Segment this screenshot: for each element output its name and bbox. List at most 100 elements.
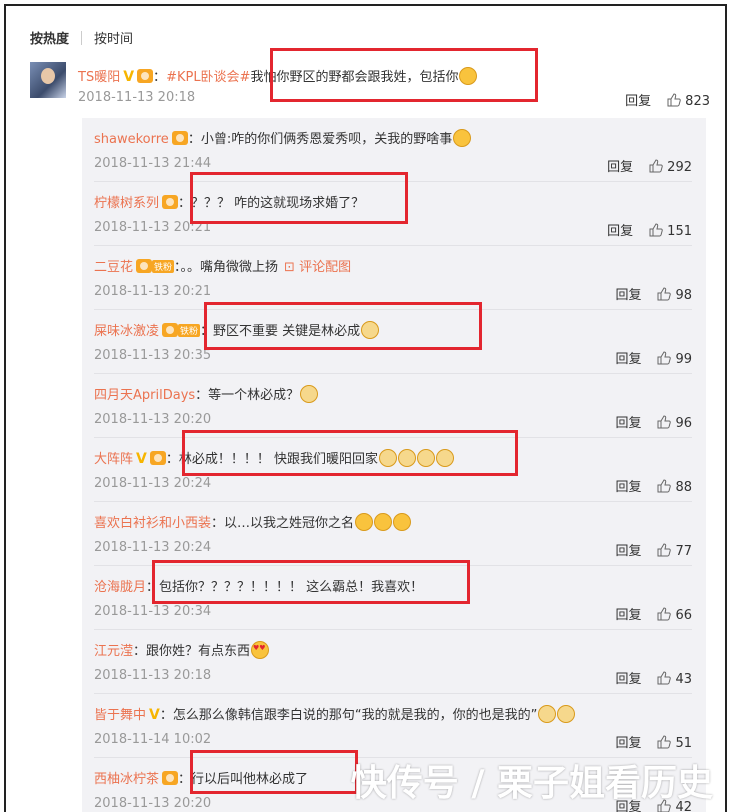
reply-button[interactable]: 回复 [615,544,641,559]
comment-actions: 回复 823 [625,90,710,109]
fan-badge-icon [149,451,166,465]
username-link[interactable]: 四月天AprilDays [94,388,195,403]
fan-badge-icon [136,259,153,273]
username-link[interactable]: shawekorre [94,132,169,147]
thumbs-up-icon [657,607,672,621]
comment-text: 我怕你野区的野都会跟我姓，包括你 [250,70,459,85]
reply-text: ：林必成！！！！ 快跟我们暖阳回家 [165,452,378,467]
reply-date: 2018-11-13 20:24 [94,476,212,491]
cat-emoji-icon [379,449,397,467]
reply-text: ：行以后叫他林必成了 [178,772,309,787]
like-count: 51 [675,736,692,751]
like-button[interactable]: 66 [657,607,692,623]
thumbs-up-icon [649,159,663,173]
like-count: 88 [675,480,692,495]
like-button[interactable]: 151 [649,223,692,239]
topic-link[interactable]: #KPL卧谈会# [166,70,250,85]
like-count: 292 [667,160,692,175]
comment-image-link[interactable]: ⊡ 评论配图 [284,260,351,275]
like-button[interactable]: 98 [657,287,692,303]
list-item: 江元滢：跟你姓？有点东西 2018-11-13 20:18 回复 43 [82,630,706,694]
dog-emoji-icon [538,705,557,723]
comment-date: 2018-11-13 20:18 [78,90,196,105]
like-button[interactable]: 88 [657,479,692,495]
reply-date: 2018-11-14 10:02 [94,732,212,747]
divider [81,31,83,45]
like-count: 66 [675,608,692,623]
like-count: 43 [675,672,692,687]
reply-button[interactable]: 回复 [615,288,641,303]
username-link[interactable]: 二豆花 [94,260,133,275]
reply-button[interactable]: 回复 [625,94,651,109]
reply-text: ：以…以我之姓冠你之名 [211,516,355,531]
comment-panel: 按热度 按时间 TS暖阳 V ：#KPL卧谈会#我怕你野区的野都会跟我姓，包括你 20… [4,4,727,812]
list-item: 屎味冰激凌 铁粉 ：野区不重要 关键是林必成 2018-11-13 20:35 回复… [82,310,706,374]
reply-button[interactable]: 回复 [615,480,641,495]
top-comment: TS暖阳 V ：#KPL卧谈会#我怕你野区的野都会跟我姓，包括你 2018-11-1… [30,62,710,114]
username-link[interactable]: 柠檬树系列 [94,196,159,211]
like-count: 99 [675,352,692,367]
verified-v-icon: V [149,707,160,723]
username-link[interactable]: 西柚冰柠茶 [94,772,159,787]
pray-emoji-icon [393,513,412,531]
thumbs-up-icon [657,671,672,685]
glasses-emoji-icon [459,67,478,85]
list-item: 四月天AprilDays：等一个林必成？ 2018-11-13 20:20 回复… [82,374,706,438]
like-button[interactable]: 77 [657,543,692,559]
username-link[interactable]: 喜欢白衬衫和小西装 [94,516,211,531]
username-link[interactable]: TS暖阳 [78,70,120,85]
reply-date: 2018-11-13 20:20 [94,412,212,427]
username-link[interactable]: 大阵阵 [94,452,133,467]
reply-text: ：？？？ 咋的这就现场求婚了？ [178,196,365,211]
reply-button[interactable]: 回复 [615,352,641,367]
avatar[interactable] [30,62,66,98]
sly-emoji-icon [453,129,472,147]
username-link[interactable]: 皆于舞中 [94,708,146,723]
image-link-label: 评论配图 [299,260,352,275]
thumbs-up-icon [657,479,672,493]
like-button[interactable]: 43 [657,671,692,687]
like-button[interactable]: 96 [657,415,692,431]
image-icon: ⊡ [284,260,300,275]
like-count: 98 [675,288,692,303]
reply-text: ：怎么那么像韩信跟李白说的那句“我的就是我的，你的也是我的” [159,708,538,723]
sort-by-time-tab[interactable]: 按时间 [94,32,133,47]
cat-emoji-icon [417,449,435,467]
reply-button[interactable]: 回复 [615,416,641,431]
reply-text: ：跟你姓？有点东西 [133,644,251,659]
reply-button[interactable]: 回复 [615,736,641,751]
like-button[interactable]: 99 [657,351,692,367]
reply-text: ：小曾:咋的你们俩秀恩爱秀呗，关我的野啥事 [187,132,453,147]
like-button[interactable]: 823 [667,93,710,109]
like-button[interactable]: 51 [657,735,692,751]
like-count: 823 [685,94,710,109]
fan-badge-icon [171,131,188,145]
thumbs-up-icon [657,543,672,557]
verified-v-icon: V [136,451,147,467]
reply-button[interactable]: 回复 [615,608,641,623]
sort-by-hot-tab[interactable]: 按热度 [30,32,69,47]
reply-date: 2018-11-13 20:35 [94,348,212,363]
list-item: 大阵阵 V ：林必成！！！！ 快跟我们暖阳回家 2018-11-13 20:24 回… [82,438,706,502]
like-count: 96 [675,416,692,431]
like-count: 151 [667,224,692,239]
like-button[interactable]: 292 [649,159,692,175]
verified-v-icon: V [123,69,135,85]
username-link[interactable]: 沧海胧月 [94,580,146,595]
list-item: 二豆花 铁粉 ：。。嘴角微微上扬 ⊡ 评论配图 2018-11-13 20:21 回复… [82,246,706,310]
username-link[interactable]: 屎味冰激凌 [94,324,159,339]
reply-date: 2018-11-13 20:21 [94,220,212,235]
reply-button[interactable]: 回复 [615,672,641,687]
username-link[interactable]: 江元滢 [94,644,133,659]
reply-date: 2018-11-13 20:24 [94,540,212,555]
list-item: 沧海胧月：包括你？？？？！！！！ 这么霸总！我喜欢！ 2018-11-13 20… [82,566,706,630]
thumbs-up-icon [657,287,672,301]
watermark: 快传号 / 栗子姐看历史 [350,763,713,804]
reply-button[interactable]: 回复 [607,160,633,175]
fan-badge-icon [162,323,179,337]
thumbs-up-icon [657,735,672,749]
reply-text: ：野区不重要 关键是林必成 [200,324,361,339]
reply-button[interactable]: 回复 [607,224,633,239]
sort-bar: 按热度 按时间 [30,28,133,47]
thumbs-up-icon [657,415,672,429]
